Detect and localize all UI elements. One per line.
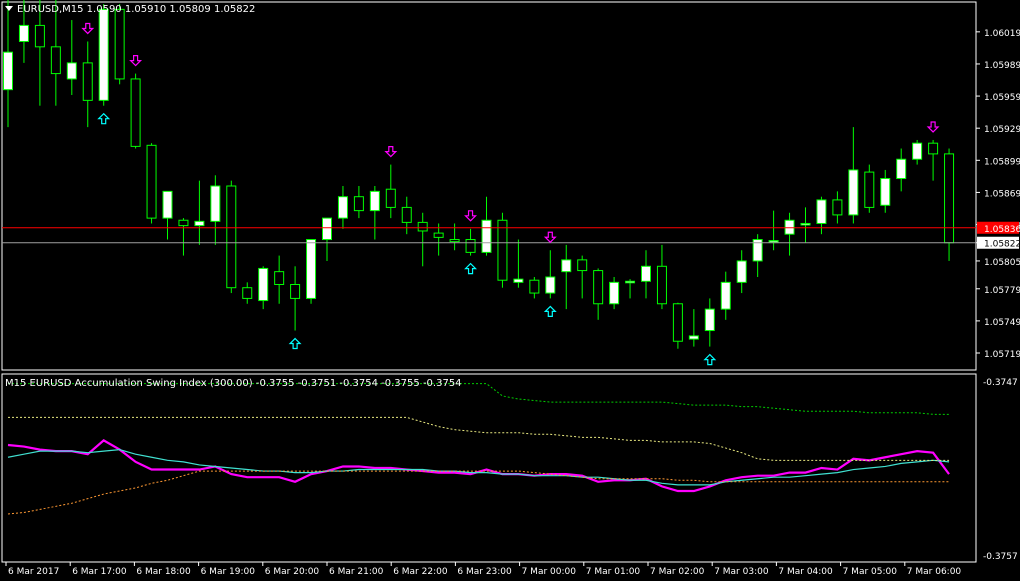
candle-body (784, 219, 795, 235)
candle-body (816, 199, 827, 224)
time-tick-label: 6 Mar 21:00 (329, 567, 384, 577)
candle-body (242, 287, 253, 299)
candle-body (625, 280, 636, 284)
time-tick-label: 7 Mar 01:00 (586, 567, 641, 577)
candle-body (82, 62, 93, 101)
candle-body (880, 178, 891, 206)
candle-body (50, 46, 61, 75)
candle-body (130, 78, 141, 147)
candle-body (720, 281, 731, 310)
candle-body (322, 217, 332, 241)
candle-body (194, 220, 205, 227)
price-tick-label: 1.06019 (984, 29, 1020, 39)
ohlc-high: 1.05910 (124, 4, 167, 15)
candle-body (3, 51, 13, 91)
candle-body (896, 158, 907, 180)
time-tick-label: 7 Mar 05:00 (843, 567, 898, 577)
candle-body (497, 219, 508, 281)
time-tick-label: 7 Mar 02:00 (650, 567, 705, 577)
indicator-title: M15 EURUSD Accumulation Swing Index (300… (5, 378, 462, 389)
trading-chart[interactable]: 1.06019 1.05989 1.05959 1.05929 1.05899 1.058… (0, 0, 1020, 581)
indicator-tick-label: -0.3757 (983, 552, 1018, 562)
time-tick-label: 6 Mar 17:00 (72, 567, 127, 577)
candle-body (417, 221, 428, 232)
candle-body (178, 219, 189, 227)
time-tick-label: 6 Mar 2017 (8, 567, 59, 577)
candle-body (912, 142, 923, 160)
symbol-timeframe-label: EURUSD,M15 (17, 4, 84, 15)
candle-body (593, 270, 604, 305)
time-tick-label: 6 Mar 22:00 (393, 567, 448, 577)
candle-body (481, 219, 492, 253)
time-tick-label: 7 Mar 06:00 (907, 567, 962, 577)
price-tick-label: 1.05805 (984, 258, 1020, 268)
candle-body (513, 278, 524, 283)
candle-body (18, 24, 29, 42)
price-tick-label: 1.05959 (984, 93, 1020, 103)
triangle-down-icon[interactable] (5, 6, 13, 11)
time-tick-label: 6 Mar 20:00 (265, 567, 320, 577)
candle-body (656, 265, 667, 305)
ask-price-label: 1.05836 (984, 225, 1020, 235)
candle-body (641, 265, 651, 282)
time-tick-label: 6 Mar 19:00 (201, 567, 256, 577)
price-tick-label: 1.05929 (984, 125, 1020, 135)
candle-body (114, 8, 125, 80)
candle-body (274, 271, 285, 285)
candle-body (609, 281, 620, 305)
main-chart-title[interactable]: EURUSD,M15 1.0590 1.05910 1.05809 1.0582… (5, 4, 255, 15)
candle-body (864, 171, 875, 208)
candle-body (768, 240, 779, 243)
candle-body (800, 222, 811, 226)
candle-body (577, 259, 588, 272)
candle-body (672, 303, 683, 342)
candle-body (210, 185, 221, 222)
candle-body (146, 144, 157, 219)
candle-body (290, 283, 301, 299)
candle-body (34, 24, 45, 48)
price-tick-label: 1.05869 (984, 189, 1020, 199)
price-tick-label: 1.05822 (984, 240, 1020, 250)
price-tick-label: 1.05719 (984, 350, 1020, 360)
candle-body (832, 199, 843, 216)
candle-body (401, 206, 412, 223)
candle-body (848, 169, 859, 216)
candle-body (529, 279, 540, 294)
price-tick-label: 1.05779 (984, 286, 1020, 296)
candle-body (385, 188, 396, 208)
ohlc-open: 1.0590 (86, 4, 122, 15)
candle-body (337, 196, 348, 219)
price-tick-label: 1.05899 (984, 157, 1020, 167)
candle-body (66, 62, 77, 80)
candle-body (433, 232, 444, 238)
candle-body (545, 276, 556, 294)
candle-body (704, 308, 715, 332)
candle-body (98, 8, 109, 101)
candle-body (736, 260, 747, 283)
candle-body (226, 185, 237, 289)
time-tick-label: 6 Mar 23:00 (457, 567, 512, 577)
price-tick-label: 1.05989 (984, 61, 1020, 71)
indicator-tick-label: -0.3747 (983, 378, 1018, 388)
candle-body (561, 259, 572, 273)
candle-body (928, 142, 939, 155)
candle-body (449, 239, 460, 243)
candle-body (369, 190, 380, 212)
candle-body (944, 153, 955, 244)
price-tick-label: 1.05749 (984, 318, 1020, 328)
time-tick-label: 6 Mar 18:00 (136, 567, 191, 577)
candle-body (353, 196, 364, 212)
candle-body (162, 190, 173, 219)
time-tick-label: 7 Mar 03:00 (714, 567, 769, 577)
candle-body (688, 335, 699, 340)
time-tick-label: 7 Mar 00:00 (522, 567, 577, 577)
candle-body (306, 239, 317, 299)
candle-body (258, 267, 269, 302)
ohlc-close: 1.05822 (213, 4, 256, 15)
chart-background (0, 0, 1020, 581)
time-tick-label: 7 Mar 04:00 (778, 567, 833, 577)
ohlc-low: 1.05809 (169, 4, 211, 15)
candle-body (465, 239, 476, 253)
